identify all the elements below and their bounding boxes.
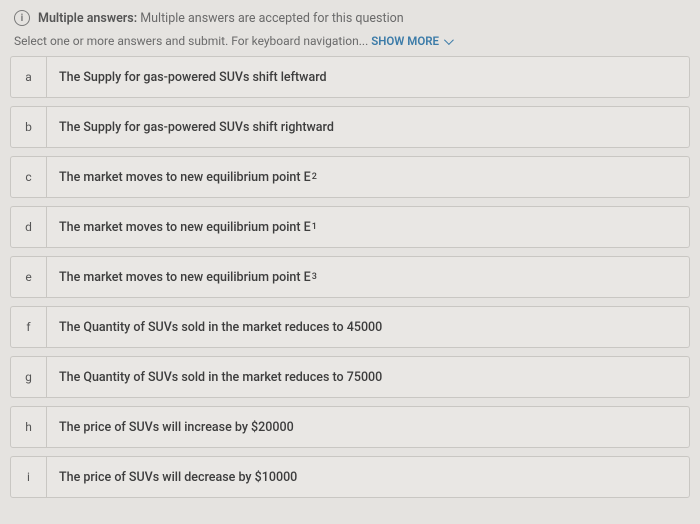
option-text: The Quantity of SUVs sold in the market …: [47, 357, 689, 397]
answer-option-b[interactable]: bThe Supply for gas-powered SUVs shift r…: [10, 106, 690, 148]
instruction-row: Select one or more answers and submit. F…: [0, 30, 700, 56]
show-more-label: SHOW MORE: [371, 34, 439, 48]
options-list: aThe Supply for gas-powered SUVs shift l…: [0, 56, 700, 498]
answer-option-c[interactable]: c The market moves to new equilibrium poi…: [10, 156, 690, 198]
option-text: The market moves to new equilibrium poin…: [47, 257, 689, 297]
option-subscript: 1: [311, 222, 317, 232]
option-key: h: [11, 407, 47, 447]
option-key: d: [11, 207, 47, 247]
answer-option-d[interactable]: d The market moves to new equilibrium poi…: [10, 206, 690, 248]
option-key: a: [11, 57, 47, 97]
option-key: i: [11, 457, 47, 497]
show-more-link[interactable]: SHOW MORE: [371, 34, 451, 48]
option-key: e: [11, 257, 47, 297]
answer-option-e[interactable]: e The market moves to new equilibrium poi…: [10, 256, 690, 298]
answer-option-i[interactable]: iThe price of SUVs will decrease by $100…: [10, 456, 690, 498]
option-key: c: [11, 157, 47, 197]
option-text: The market moves to new equilibrium poin…: [47, 157, 689, 197]
chevron-down-icon: [444, 35, 454, 45]
header-text: Multiple answers are accepted for this q…: [140, 11, 403, 26]
option-text-prefix: The market moves to new equilibrium poin…: [59, 220, 311, 235]
option-text: The price of SUVs will increase by $2000…: [47, 407, 689, 447]
option-text: The Supply for gas-powered SUVs shift ri…: [47, 107, 689, 147]
question-header: i Multiple answers: Multiple answers are…: [0, 0, 700, 30]
option-subscript: 3: [311, 272, 317, 282]
answer-option-g[interactable]: gThe Quantity of SUVs sold in the market…: [10, 356, 690, 398]
option-key: b: [11, 107, 47, 147]
option-text-prefix: The market moves to new equilibrium poin…: [59, 270, 311, 285]
instruction-text: Select one or more answers and submit. F…: [14, 34, 371, 48]
info-icon: i: [14, 10, 30, 26]
option-text: The price of SUVs will decrease by $1000…: [47, 457, 689, 497]
header-label: Multiple answers:: [38, 11, 137, 26]
option-text: The Quantity of SUVs sold in the market …: [47, 307, 689, 347]
option-subscript: 2: [311, 172, 317, 182]
answer-option-a[interactable]: aThe Supply for gas-powered SUVs shift l…: [10, 56, 690, 98]
option-key: g: [11, 357, 47, 397]
answer-option-h[interactable]: hThe price of SUVs will increase by $200…: [10, 406, 690, 448]
answer-option-f[interactable]: fThe Quantity of SUVs sold in the market…: [10, 306, 690, 348]
option-key: f: [11, 307, 47, 347]
option-text-prefix: The market moves to new equilibrium poin…: [59, 170, 311, 185]
option-text: The market moves to new equilibrium poin…: [47, 207, 689, 247]
option-text: The Supply for gas-powered SUVs shift le…: [47, 57, 689, 97]
